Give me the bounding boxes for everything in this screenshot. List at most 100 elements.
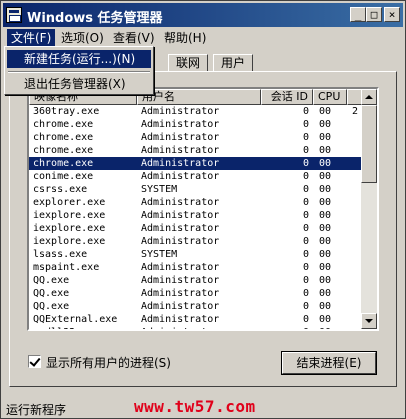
cell-session-id: 0	[302, 223, 309, 234]
menu-help[interactable]: 帮助(H)	[160, 29, 210, 47]
cell-user-name: Administrator	[141, 197, 220, 208]
menu-options[interactable]: 选项(O)	[57, 29, 108, 47]
cell-session-id: 0	[302, 119, 309, 130]
table-row[interactable]: iexplore.exe Administrator 0 00	[29, 235, 363, 248]
cell-cpu: 00	[319, 145, 332, 156]
table-row[interactable]: QQExternal.exe Administrator 0 00	[29, 313, 363, 326]
cell-image-name: iexplore.exe	[33, 236, 106, 247]
cell-image-name: QQ.exe	[33, 288, 70, 299]
cell-session-id: 0	[265, 326, 309, 329]
cell-image-name: wmdll32.exe	[33, 326, 137, 329]
cell-cpu: 00	[319, 301, 332, 312]
end-process-button[interactable]: 结束进程(E)	[282, 352, 376, 374]
table-row[interactable]: QQ.exe Administrator 0 00	[29, 300, 363, 313]
cell-session-id: 0	[302, 106, 309, 117]
cell-image-name: iexplore.exe	[33, 223, 106, 234]
cell-session-id: 0	[302, 132, 309, 143]
cell-session-id: 0	[302, 145, 309, 156]
cell-cpu: 00	[319, 288, 332, 299]
cell-session-id: 0	[302, 301, 309, 312]
scroll-thumb[interactable]	[361, 105, 377, 183]
cell-user-name: Administrator	[141, 262, 220, 273]
list-rows: 360tray.exe Administrator 0 00 2 chrome.exe Ad…	[29, 105, 363, 329]
cell-user-name: Administrator	[141, 223, 220, 234]
table-row[interactable]: mspaint.exe Administrator 0 00	[29, 261, 363, 274]
minimize-button[interactable]: _	[350, 7, 366, 22]
table-row[interactable]: csrss.exe SYSTEM 0 00	[29, 183, 363, 196]
table-row[interactable]: chrome.exe Administrator 0 00	[29, 131, 363, 144]
cell-image-name: iexplore.exe	[33, 210, 106, 221]
cell-image-name: QQExternal.exe	[33, 314, 118, 325]
table-row[interactable]: chrome.exe Administrator 0 00	[29, 157, 363, 170]
menu-file[interactable]: 文件(F)	[7, 29, 56, 47]
task-manager-icon	[6, 7, 22, 23]
cell-session-id: 0	[302, 236, 309, 247]
vertical-scrollbar[interactable]	[361, 89, 377, 329]
table-row[interactable]: chrome.exe Administrator 0 00	[29, 144, 363, 157]
cell-cpu: 00	[319, 262, 332, 273]
process-list[interactable]: 映像名称 用户名 会话 ID CPU 360tray.exe Administra…	[27, 87, 379, 331]
cell-user-name: Administrator	[141, 301, 220, 312]
cell-user-name: SYSTEM	[141, 249, 178, 260]
tab-networking[interactable]: 联网	[168, 54, 209, 72]
show-all-users-label[interactable]: 显示所有用户的进程(S)	[46, 354, 171, 371]
menu-item-exit[interactable]: 退出任务管理器(X)	[7, 75, 151, 93]
table-row[interactable]: 360tray.exe Administrator 0 00 2	[29, 105, 363, 118]
cell-user-name: Administrator	[141, 314, 220, 325]
table-row[interactable]: lsass.exe SYSTEM 0 00	[29, 248, 363, 261]
cell-image-name: chrome.exe	[33, 158, 94, 169]
cell-image-name: chrome.exe	[33, 132, 94, 143]
cell-user-name: Administrator	[141, 275, 220, 286]
cell-session-id: 0	[302, 288, 309, 299]
scroll-up-button[interactable]	[361, 89, 377, 105]
watermark-text: www.tw57.com	[134, 397, 256, 416]
column-user-name[interactable]: 用户名	[137, 89, 261, 105]
menu-view[interactable]: 查看(V)	[109, 29, 159, 47]
cell-image-name: lsass.exe	[33, 249, 88, 260]
cell-session-id: 0	[302, 314, 309, 325]
cell-image-name: 360tray.exe	[33, 106, 100, 117]
task-manager-window: Windows 任务管理器 _ □ × 文件(F) 选项(O) 查看(V) 帮助…	[0, 0, 406, 419]
cell-user-name: SYSTEM	[141, 184, 178, 195]
cell-session-id: 0	[302, 197, 309, 208]
cell-session-id: 0	[302, 262, 309, 273]
maximize-button[interactable]: □	[366, 7, 382, 22]
cell-image-name: mspaint.exe	[33, 262, 100, 273]
cell-session-id: 0	[302, 210, 309, 221]
cell-user-name: Administrator	[141, 171, 220, 182]
scroll-down-button[interactable]	[361, 313, 377, 329]
menu-bar: 文件(F) 选项(O) 查看(V) 帮助(H)	[3, 28, 403, 48]
cell-image-name: chrome.exe	[33, 145, 94, 156]
column-session-id[interactable]: 会话 ID	[261, 89, 313, 105]
table-row[interactable]: QQ.exe Administrator 0 00	[29, 287, 363, 300]
close-button[interactable]: ×	[384, 7, 400, 22]
table-row[interactable]: explorer.exe Administrator 0 00	[29, 196, 363, 209]
cell-user-name: Administrator	[141, 132, 220, 143]
cell-cpu: 00	[319, 223, 332, 234]
table-row[interactable]: conime.exe Administrator 0 00	[29, 170, 363, 183]
table-row[interactable]: iexplore.exe Administrator 0 00	[29, 209, 363, 222]
cell-cpu: 00	[319, 171, 332, 182]
cell-session-id: 0	[302, 158, 309, 169]
cell-user-name: Administrator	[141, 106, 220, 117]
cell-image-name: csrss.exe	[33, 184, 88, 195]
tab-users[interactable]: 用户	[213, 54, 254, 72]
cell-image-name: QQ.exe	[33, 275, 70, 286]
title-bar[interactable]: Windows 任务管理器 _ □ ×	[3, 3, 403, 27]
cell-user-name: Administrator	[141, 326, 261, 329]
column-cpu[interactable]: CPU	[313, 89, 347, 105]
file-menu-dropdown: 新建任务(运行...)(N) 退出任务管理器(X)	[4, 46, 154, 95]
cell-cpu: 00	[319, 275, 332, 286]
status-text: 运行新程序	[6, 403, 67, 417]
menu-item-new-task[interactable]: 新建任务(运行...)(N)	[7, 50, 151, 68]
table-row[interactable]: chrome.exe Administrator 0 00	[29, 118, 363, 131]
cell-image-name: QQ.exe	[33, 301, 70, 312]
cell-user-name: Administrator	[141, 158, 220, 169]
table-row[interactable]: wmdll32.exeAdministrator000	[29, 326, 363, 329]
table-row[interactable]: QQ.exe Administrator 0 00	[29, 274, 363, 287]
show-all-users-checkbox[interactable]	[28, 355, 41, 368]
table-row[interactable]: iexplore.exe Administrator 0 00	[29, 222, 363, 235]
window-title: Windows 任务管理器	[27, 11, 163, 26]
cell-session-id: 0	[302, 249, 309, 260]
cell-cpu: 00	[319, 184, 332, 195]
